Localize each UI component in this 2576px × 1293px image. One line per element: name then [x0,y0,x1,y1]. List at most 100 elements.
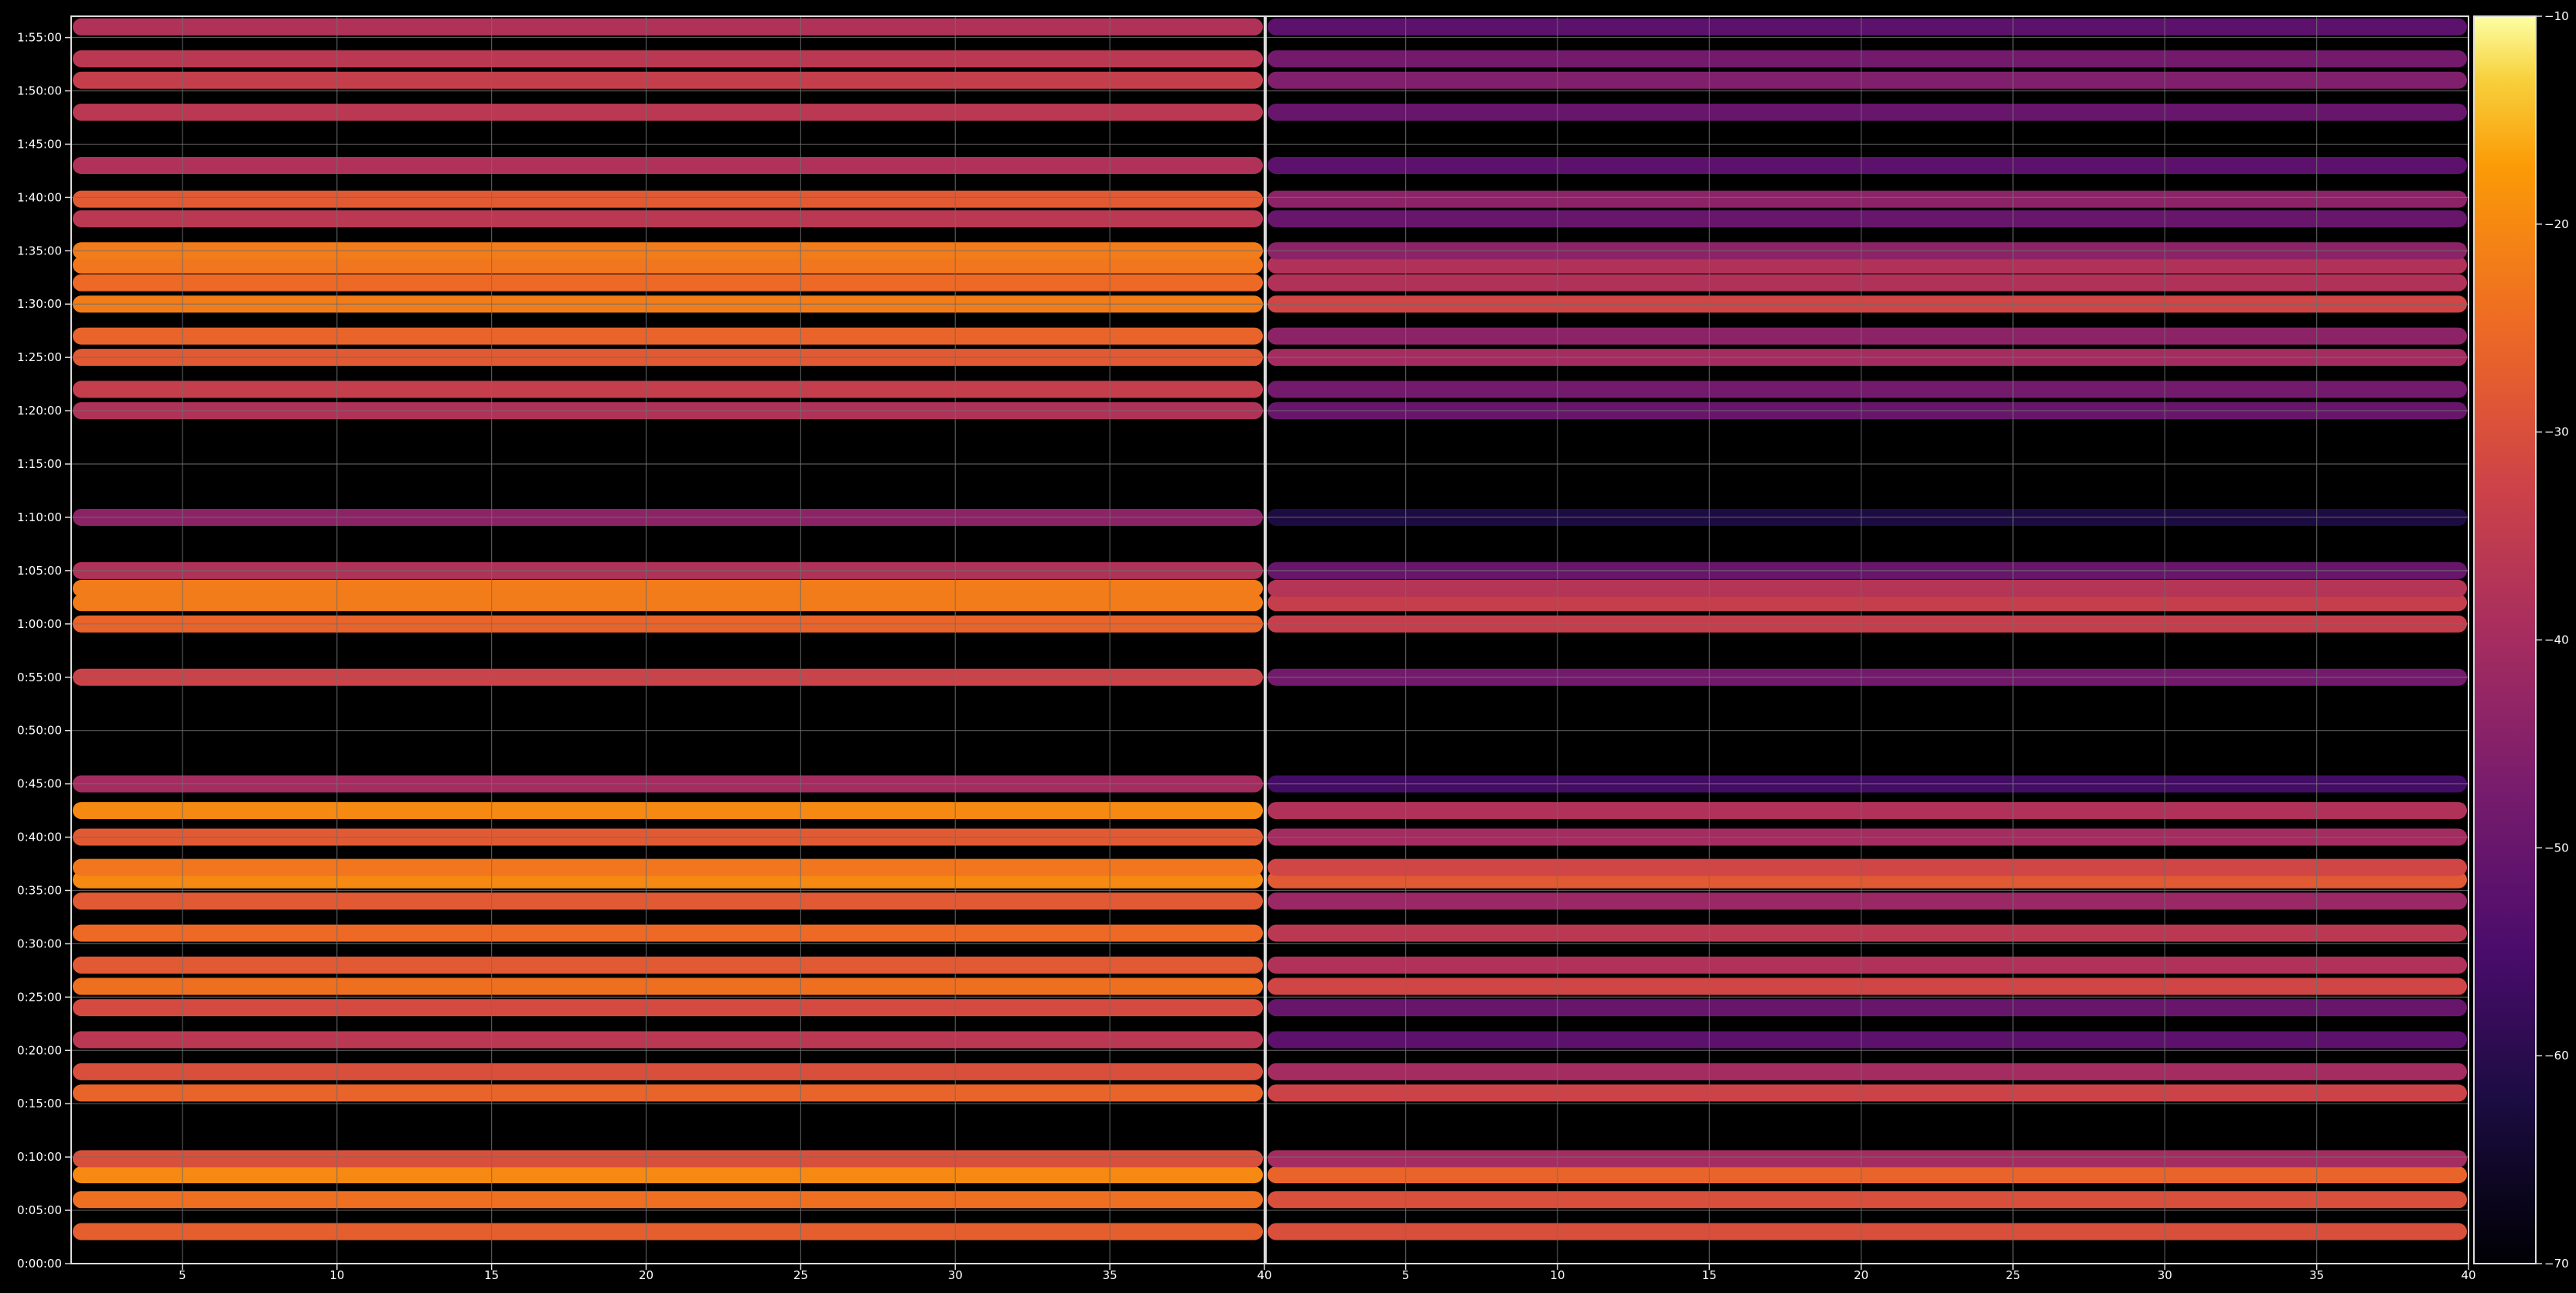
y-tick-label: 0:50:00 [17,724,62,738]
y-tick-label: 1:35:00 [17,244,62,258]
heat-cell-left-b1:51 [73,71,1263,89]
heat-cell-left-b1:40 [73,190,1263,208]
heat-cell-right-b0:34 [1268,892,2467,910]
heat-cell-right-b0:42 [1268,802,2467,820]
heat-cell-right-b0:28 [1268,956,2467,974]
heat-cell-left-b1:53 [73,50,1263,68]
heat-cell-left-b0:31 [73,924,1263,942]
y-tick-label: 0:05:00 [17,1203,62,1217]
x-tick-label: 10 [1550,1268,1564,1282]
y-tick-label: 0:30:00 [17,936,62,950]
x-tick-label: 30 [948,1268,963,1282]
y-tick-label: 0:10:00 [17,1150,62,1164]
heat-cell-left-b0:28 [73,956,1263,974]
heat-cell-left-b0:21 [73,1031,1263,1049]
heat-cell-right-b1:48 [1268,104,2467,121]
heat-cell-left-b0:42 [73,802,1263,820]
heat-cell-left-b1:22 [73,380,1263,398]
heat-cell-left-b0:18 [73,1063,1263,1080]
y-tick-label: 0:25:00 [17,990,62,1004]
colorbar-tick-label: −50 [2544,841,2569,855]
heat-cell-right-b1:38 [1268,210,2467,227]
y-tick-label: 1:15:00 [17,457,62,471]
y-tick-label: 1:50:00 [17,84,62,98]
heat-cell-left-b1:56 [73,18,1263,36]
heat-cell-right-b0:31 [1268,924,2467,942]
colorbar-tick-label: −30 [2544,425,2569,439]
x-tick-label: 35 [2309,1268,2324,1282]
heat-cell-right-b1:27 [1268,327,2467,345]
x-tick-label: 35 [1103,1268,1117,1282]
y-tick-label: 0:35:00 [17,883,62,897]
x-tick-label: 20 [639,1268,653,1282]
y-tick-label: 0:15:00 [17,1097,62,1110]
panel-right [1265,15,2469,1264]
heat-cell-right-b0:21 [1268,1031,2467,1049]
x-tick-label: 10 [329,1268,344,1282]
heat-cell-left-b0:06 [73,1191,1263,1209]
heat-cell-right-b0:06 [1268,1191,2467,1209]
heat-cell-right-b1:03 [1268,579,2467,597]
heat-cell-right-b0:37 [1268,858,2467,876]
heat-cell-right-b0:18 [1268,1063,2467,1080]
heat-cell-left-b1:32 [73,274,1263,292]
panel-left [70,15,1265,1264]
y-tick-label: 1:55:00 [17,31,62,45]
x-tick-label: 5 [1402,1268,1410,1282]
heat-cell-left-b0:24 [73,999,1263,1017]
heat-cell-right-b1:53 [1268,50,2467,68]
y-tick-label: 1:10:00 [17,510,62,524]
x-tick-label: 15 [1702,1268,1717,1282]
heat-cell-left-b0:16 [73,1084,1263,1102]
heat-cell-right-b1:32 [1268,274,2467,292]
heat-cell-right-b1:43 [1268,157,2467,175]
y-tick-label: 1:20:00 [17,404,62,418]
heat-cell-left-b1:38 [73,210,1263,227]
heat-cell-right-b0:26 [1268,977,2467,995]
heat-cell-left-b1:48 [73,104,1263,121]
heat-cell-left-b1:43 [73,157,1263,175]
spectrogram-figure: 0:00:00 0:05:00 0:10:00 0:15:00 0:20:00 0:25:… [0,0,2576,1293]
heat-cell-right-b0:03 [1268,1223,2467,1240]
heat-cell-left-b1:03 [73,579,1263,597]
heat-cell-left-b0:34 [73,892,1263,910]
heat-cell-left-b0:08 [73,1166,1263,1184]
y-tick-label: 0:45:00 [17,777,62,791]
y-tick-label: 1:45:00 [17,137,62,151]
x-tick-label: 30 [2158,1268,2172,1282]
heat-cell-left-b0:10 [73,1150,1263,1168]
heat-cell-right-b0:16 [1268,1084,2467,1102]
heat-cell-right-b1:56 [1268,18,2467,36]
x-tick-label: 40 [1257,1268,1271,1282]
heat-cell-left-b0:37 [73,858,1263,876]
colorbar-gradient [2474,16,2536,1264]
colorbar-tick-label: −60 [2544,1049,2569,1063]
x-tick-label: 20 [1854,1268,1868,1282]
heat-cell-left-b0:03 [73,1223,1263,1240]
y-tick-label: 1:25:00 [17,350,62,364]
y-tick-label: 1:00:00 [17,617,62,631]
x-tick-label: 40 [2461,1268,2475,1282]
x-tick-label: 15 [484,1268,499,1282]
heat-cell-left-b0:26 [73,977,1263,995]
colorbar-tick-label: −20 [2544,217,2569,231]
y-tick-label: 0:20:00 [17,1043,62,1057]
colorbar-tick-label: −70 [2544,1257,2569,1271]
y-tick-label: 1:05:00 [17,564,62,578]
heat-cell-right-b1:51 [1268,71,2467,89]
x-tick-label: 5 [179,1268,186,1282]
colorbar-tick-label: −10 [2544,9,2569,23]
heat-cell-right-b1:40 [1268,190,2467,208]
y-tick-label: 0:00:00 [17,1257,62,1271]
x-tick-label: 25 [793,1268,808,1282]
y-tick-label: 0:55:00 [17,670,62,684]
heat-cell-right-b0:24 [1268,999,2467,1017]
heat-cell-right-b1:22 [1268,380,2467,398]
y-tick-label: 0:40:00 [17,831,62,844]
colorbar-tick-label: −40 [2544,633,2569,647]
x-tick-label: 25 [2005,1268,2020,1282]
heat-cell-right-b0:10 [1268,1150,2467,1168]
heat-cell-right-b0:08 [1268,1166,2467,1184]
y-tick-label: 1:40:00 [17,190,62,204]
y-tick-label: 1:30:00 [17,297,62,311]
